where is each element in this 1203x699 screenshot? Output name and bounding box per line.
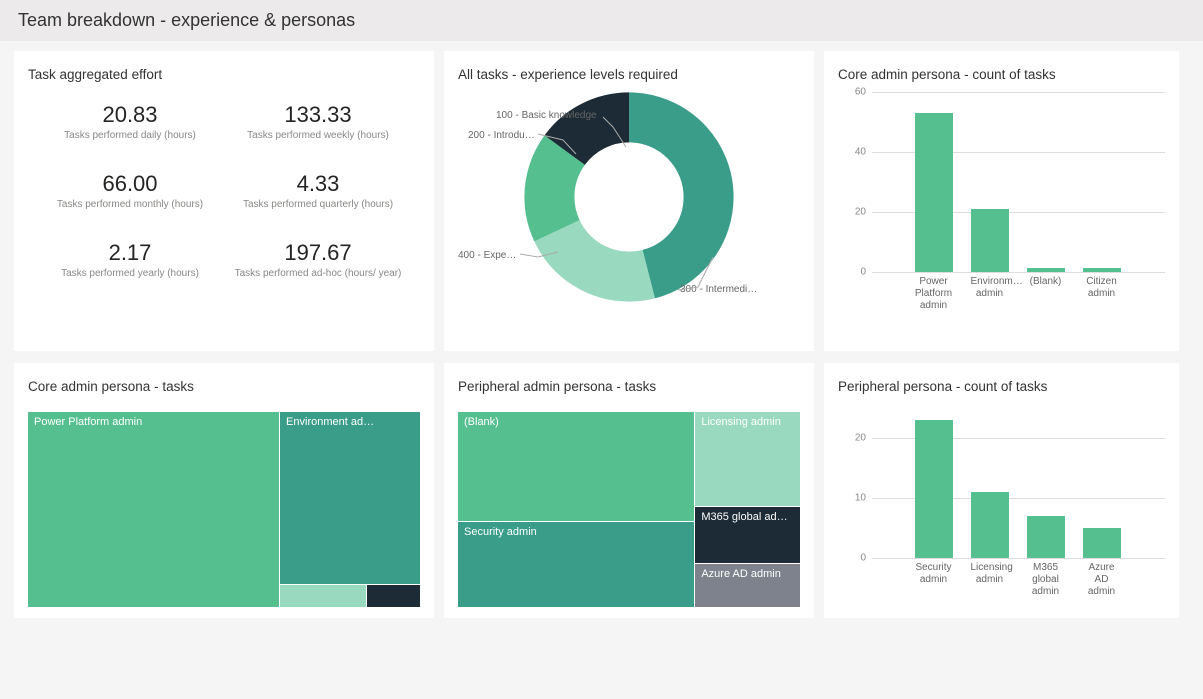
tm-cell-environment[interactable]: Environment ad…	[280, 412, 420, 584]
donut-label-400: 400 - Expe…	[458, 250, 516, 261]
row-1: Task aggregated effort 20.83 Tasks perfo…	[14, 51, 1189, 351]
bar-chart-peripheral: 20 10 0	[838, 408, 1165, 558]
card-title: Peripheral persona - count of tasks	[838, 379, 1165, 394]
tm-cell-power-platform[interactable]: Power Platform admin	[28, 412, 279, 607]
metric-value: 133.33	[224, 102, 412, 128]
metric-value: 66.00	[36, 171, 224, 197]
bar-power-platform-admin[interactable]	[915, 113, 953, 272]
bar-citizen-admin[interactable]	[1083, 268, 1121, 272]
bar-label: Citizen admin	[1083, 276, 1121, 312]
card-title: Peripheral admin persona - tasks	[458, 379, 800, 394]
tm-cell-azuread[interactable]: Azure AD admin	[695, 564, 800, 607]
metric-value: 4.33	[224, 171, 412, 197]
card-title: Core admin persona - tasks	[28, 379, 420, 394]
bar-category-labels: Power Platform admin Environm… admin (Bl…	[876, 276, 1159, 312]
donut-svg	[524, 92, 734, 302]
bar-blank[interactable]	[1027, 268, 1065, 272]
ytick: 40	[838, 146, 866, 157]
metric-value: 20.83	[36, 102, 224, 128]
ytick: 0	[838, 553, 866, 564]
donut-chart: 100 - Basic knowledge 200 - Introdu… 400…	[458, 92, 800, 322]
bar-licensing-admin[interactable]	[971, 492, 1009, 558]
card-experience-donut[interactable]: All tasks - experience levels required 1…	[444, 51, 814, 351]
metrics-grid: 20.83 Tasks performed daily (hours) 133.…	[28, 102, 420, 279]
metric-label: Tasks performed monthly (hours)	[36, 199, 224, 210]
bar-m365-global[interactable]	[1027, 516, 1065, 558]
bar-environment-admin[interactable]	[971, 209, 1009, 272]
bar-security-admin[interactable]	[915, 420, 953, 558]
bar-label: Environm… admin	[971, 276, 1009, 312]
bar-chart-core: 60 40 20 0	[838, 92, 1165, 272]
tm-cell-m365[interactable]: M365 global ad…	[695, 507, 800, 564]
bar-label: M365 global admin	[1027, 562, 1065, 598]
bar-category-labels: Security admin Licensing admin M365 glob…	[876, 562, 1159, 598]
metric-quarterly: 4.33 Tasks performed quarterly (hours)	[224, 171, 412, 210]
bar-label: Azure AD admin	[1083, 562, 1121, 598]
ytick: 20	[838, 433, 866, 444]
card-peripheral-count-bars[interactable]: Peripheral persona - count of tasks 20 1…	[824, 363, 1179, 618]
ytick: 10	[838, 493, 866, 504]
bar-label: Security admin	[915, 562, 953, 598]
tm-cell-small-1[interactable]	[280, 585, 366, 607]
metric-label: Tasks performed quarterly (hours)	[224, 199, 412, 210]
metric-label: Tasks performed weekly (hours)	[224, 130, 412, 141]
row-2: Core admin persona - tasks Power Platfor…	[14, 363, 1189, 618]
metric-label: Tasks performed yearly (hours)	[36, 268, 224, 279]
card-task-aggregated-effort[interactable]: Task aggregated effort 20.83 Tasks perfo…	[14, 51, 434, 351]
ytick: 60	[838, 87, 866, 98]
page-title: Team breakdown - experience & personas	[18, 10, 355, 30]
donut-label-200: 200 - Introdu…	[468, 130, 535, 141]
ytick: 0	[838, 267, 866, 278]
card-title: All tasks - experience levels required	[458, 67, 800, 82]
card-core-count-bars[interactable]: Core admin persona - count of tasks 60 4…	[824, 51, 1179, 351]
metric-yearly: 2.17 Tasks performed yearly (hours)	[36, 240, 224, 279]
treemap-core: Power Platform admin Environment ad…	[28, 412, 420, 607]
page-header: Team breakdown - experience & personas	[0, 0, 1203, 41]
metric-label: Tasks performed ad-hoc (hours/ year)	[224, 268, 412, 279]
donut-label-100: 100 - Basic knowledge	[496, 110, 597, 121]
card-title: Core admin persona - count of tasks	[838, 67, 1165, 82]
bar-label: Licensing admin	[971, 562, 1009, 598]
metric-daily: 20.83 Tasks performed daily (hours)	[36, 102, 224, 141]
metric-label: Tasks performed daily (hours)	[36, 130, 224, 141]
treemap-peripheral: (Blank) Security admin Licensing admin M…	[458, 412, 800, 607]
tm-cell-licensing[interactable]: Licensing admin	[695, 412, 800, 506]
metric-value: 197.67	[224, 240, 412, 266]
tm-cell-blank[interactable]: (Blank)	[458, 412, 694, 521]
metric-value: 2.17	[36, 240, 224, 266]
bar-label: (Blank)	[1027, 276, 1065, 312]
card-title: Task aggregated effort	[28, 67, 420, 82]
metric-adhoc: 197.67 Tasks performed ad-hoc (hours/ ye…	[224, 240, 412, 279]
metric-monthly: 66.00 Tasks performed monthly (hours)	[36, 171, 224, 210]
tm-cell-small-2[interactable]	[367, 585, 420, 607]
dashboard-body: Task aggregated effort 20.83 Tasks perfo…	[0, 41, 1203, 640]
card-peripheral-treemap[interactable]: Peripheral admin persona - tasks (Blank)…	[444, 363, 814, 618]
metric-weekly: 133.33 Tasks performed weekly (hours)	[224, 102, 412, 141]
card-core-treemap[interactable]: Core admin persona - tasks Power Platfor…	[14, 363, 434, 618]
donut-label-300: 300 - Intermedi…	[680, 284, 757, 295]
ytick: 20	[838, 206, 866, 217]
tm-cell-security[interactable]: Security admin	[458, 522, 694, 607]
bar-azure-ad[interactable]	[1083, 528, 1121, 558]
bar-label: Power Platform admin	[915, 276, 953, 312]
